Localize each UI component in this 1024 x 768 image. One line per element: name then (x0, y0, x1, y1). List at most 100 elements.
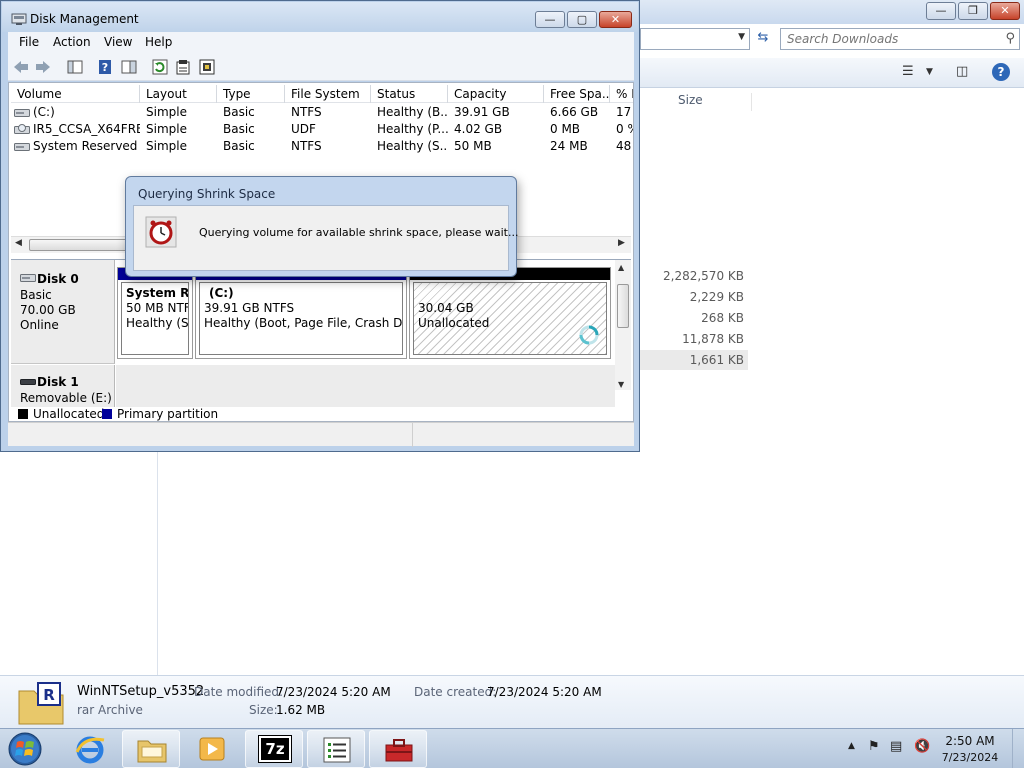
network-icon[interactable]: ▤ (890, 739, 902, 754)
taskbar-list-app[interactable] (307, 730, 365, 768)
taskbar-7zip[interactable]: 7z (245, 730, 303, 768)
file-size[interactable]: 268 KB (640, 308, 748, 328)
action-center-flag-icon[interactable]: ⚑ (868, 739, 880, 754)
scrollbar-thumb[interactable] (29, 239, 129, 251)
refresh-button[interactable]: ⇆ (752, 28, 774, 50)
column-header-size[interactable]: Size (672, 93, 752, 111)
taskbar-internet-explorer[interactable] (61, 730, 119, 768)
taskbar: 7z ▲ ⚑ ▤ 🔇 2:50 AM 7/23/2024 (0, 728, 1024, 768)
disk-0-name: Disk 0 (37, 272, 79, 286)
date-created-label: Date created: (414, 685, 497, 699)
explorer-minimize-button[interactable]: — (926, 2, 956, 20)
show-hide-action-pane-icon[interactable] (120, 58, 138, 76)
partition-status: Healthy (Sys (126, 316, 189, 330)
file-size[interactable]: 2,282,570 KB (640, 266, 748, 286)
rescan-disks-icon[interactable] (151, 58, 169, 76)
chevron-down-icon[interactable]: ▼ (738, 32, 745, 42)
address-bar[interactable]: ▼ (640, 28, 750, 50)
date-modified-label: Date modified: (194, 685, 284, 699)
disk-0-size: 70.00 GB (20, 303, 76, 317)
legend-swatch-unallocated (18, 409, 28, 419)
taskbar-windows-explorer[interactable] (122, 730, 180, 768)
size-value: 1.62 MB (276, 703, 326, 717)
dialog-title: Querying Shrink Space (138, 187, 276, 201)
table-row[interactable]: System Reserved Simple Basic NTFS Health… (11, 138, 633, 155)
alarm-clock-icon (145, 216, 177, 248)
column-header-layout[interactable]: Layout (140, 85, 217, 103)
explorer-restore-button[interactable]: ❐ (958, 2, 988, 20)
scroll-down-icon[interactable]: ▼ (618, 380, 624, 389)
volume-free-space: 0 MB (550, 122, 581, 136)
close-icon: ✕ (1000, 4, 1010, 17)
show-hidden-icons-icon[interactable]: ▲ (848, 741, 855, 751)
clock-date[interactable]: 7/23/2024 (935, 751, 1005, 764)
disk-1-label[interactable]: Disk 1 Removable (E:) (11, 365, 115, 408)
column-header-percent-free[interactable]: % F (610, 85, 633, 103)
search-icon[interactable]: ⚲ (1005, 31, 1015, 46)
disk-0-label[interactable]: Disk 0 Basic 70.00 GB Online (11, 260, 115, 364)
file-size-selected[interactable]: 1,661 KB (640, 350, 748, 370)
partition-unallocated[interactable]: 30.04 GB Unallocated (409, 267, 611, 359)
partition-system-reserved[interactable]: System Res 50 MB NTFS Healthy (Sys (117, 267, 193, 359)
column-header-status[interactable]: Status (371, 85, 448, 103)
volume-layout: Simple (146, 139, 187, 153)
scroll-up-icon[interactable]: ▲ (618, 263, 624, 272)
table-row[interactable]: (C:) Simple Basic NTFS Healthy (B... 39.… (11, 104, 633, 121)
minimize-button[interactable]: — (535, 11, 565, 28)
scroll-left-icon[interactable]: ◀ (15, 238, 22, 248)
window-title: Disk Management (30, 12, 139, 26)
search-box[interactable]: ⚲ (780, 28, 1020, 50)
table-row[interactable]: IR5_CCSA_X64FRE... Simple Basic UDF Heal… (11, 121, 633, 138)
help-book-icon[interactable]: ? (96, 58, 114, 76)
media-player-icon (199, 737, 225, 761)
taskbar-media-player[interactable] (183, 730, 241, 768)
show-desktop-button[interactable] (1012, 729, 1024, 768)
disk-icon (20, 274, 36, 282)
legend-label-primary: Primary partition (117, 407, 219, 421)
menu-view[interactable]: View (104, 35, 132, 49)
file-size[interactable]: 2,229 KB (640, 287, 748, 307)
back-arrow-icon[interactable] (12, 58, 30, 76)
volume-muted-icon[interactable]: 🔇 (914, 739, 930, 754)
menu-action[interactable]: Action (53, 35, 91, 49)
querying-shrink-space-dialog: Querying Shrink Space Querying volume fo… (125, 176, 518, 277)
menu-help[interactable]: Help (145, 35, 172, 49)
explorer-close-button[interactable]: ✕ (990, 2, 1020, 20)
partition-c-drive[interactable]: (C:) 39.91 GB NTFS Healthy (Boot, Page F… (195, 267, 407, 359)
settings-icon[interactable] (198, 58, 216, 76)
column-header-capacity[interactable]: Capacity (448, 85, 544, 103)
preview-pane-icon[interactable]: ◫ (956, 64, 968, 79)
busy-spinner-icon (579, 325, 599, 345)
volume-free-space: 24 MB (550, 139, 588, 153)
restore-icon: ❐ (968, 4, 978, 17)
view-options-icon[interactable]: ☰ (902, 64, 914, 79)
maximize-button[interactable]: ▢ (567, 11, 597, 28)
show-hide-console-tree-icon[interactable] (66, 58, 84, 76)
disk-management-title-bar[interactable]: Disk Management — ▢ ✕ (2, 2, 638, 32)
minimize-icon: — (544, 13, 556, 26)
scrollbar-thumb[interactable] (617, 284, 629, 328)
help-icon[interactable]: ? (992, 63, 1010, 81)
taskbar-computer-management[interactable] (369, 730, 427, 768)
partition-body: (C:) 39.91 GB NTFS Healthy (Boot, Page F… (199, 282, 403, 355)
clock-time[interactable]: 2:50 AM (935, 734, 1005, 748)
properties-icon[interactable] (174, 58, 192, 76)
chevron-down-icon[interactable]: ▼ (926, 67, 933, 77)
menu-file[interactable]: File (19, 35, 39, 49)
close-button[interactable]: ✕ (599, 11, 632, 28)
forward-arrow-icon[interactable] (34, 58, 52, 76)
column-header-free-space[interactable]: Free Spa... (544, 85, 610, 103)
volume-type: Basic (223, 122, 255, 136)
scroll-right-icon[interactable]: ▶ (618, 238, 625, 248)
partition-size: 50 MB NTFS (126, 301, 188, 315)
column-header-file-system[interactable]: File System (285, 85, 371, 103)
file-size[interactable]: 11,878 KB (640, 329, 748, 349)
column-header-type[interactable]: Type (217, 85, 285, 103)
volume-file-system: NTFS (291, 139, 322, 153)
search-input[interactable] (781, 29, 991, 49)
volume-percent-free: 17 (616, 105, 632, 119)
column-header-volume[interactable]: Volume (11, 85, 140, 103)
vertical-scrollbar[interactable]: ▲ ▼ (615, 260, 631, 390)
minimize-icon: — (935, 4, 947, 17)
start-button[interactable] (3, 731, 47, 767)
